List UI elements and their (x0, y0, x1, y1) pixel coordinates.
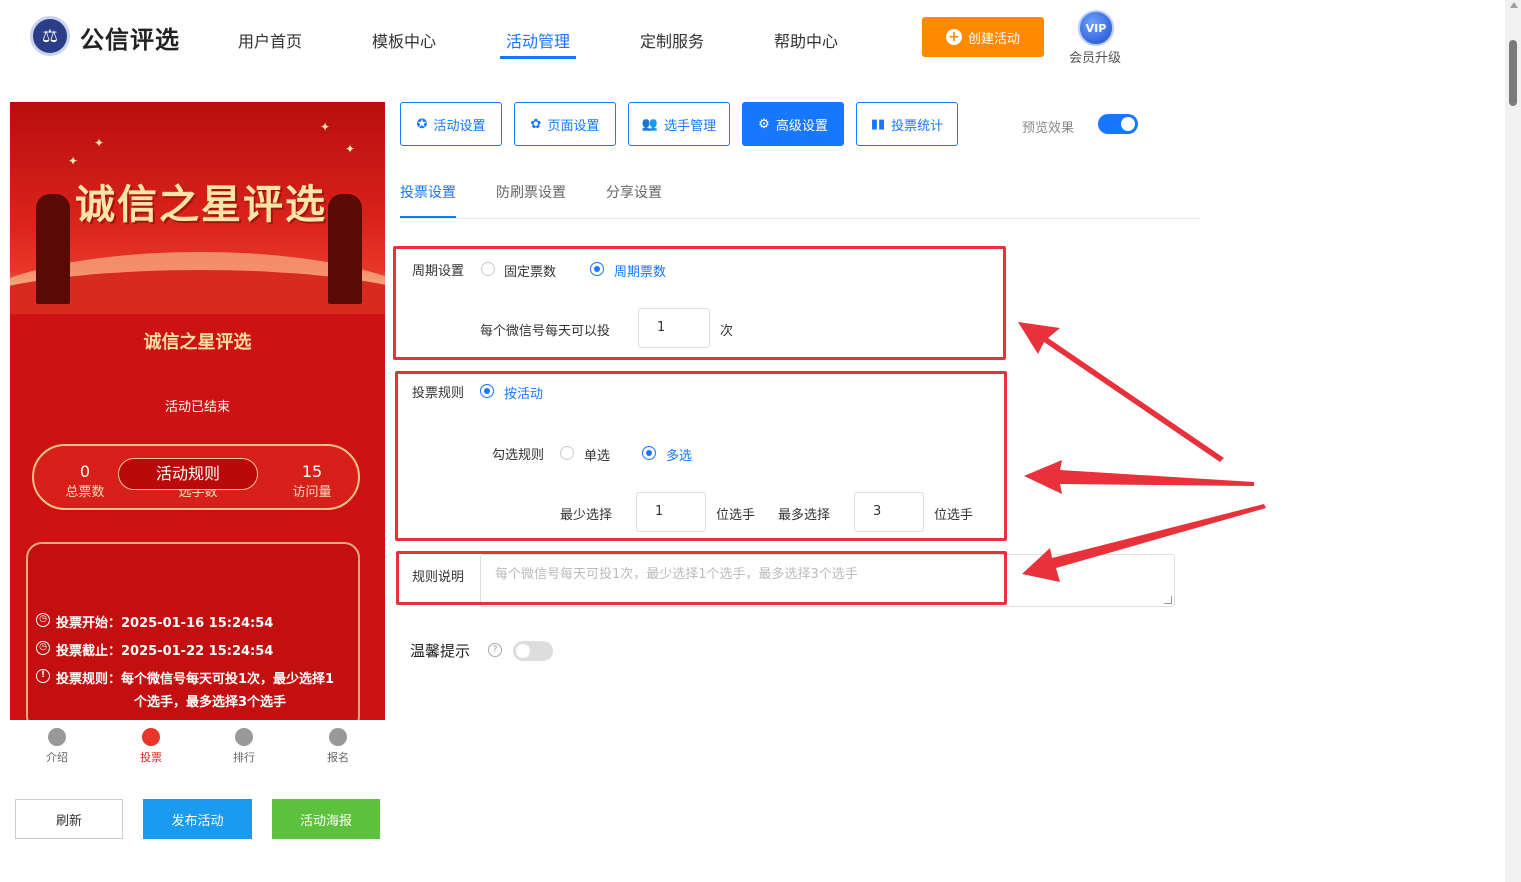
arrow-to-period (1018, 322, 1224, 462)
highlight-period-box (393, 246, 1006, 360)
activity-poster-button[interactable]: 活动海报 (272, 799, 380, 839)
preview-activity-title: 诚信之星评选 (143, 332, 252, 353)
preview-toggle-label: 预览效果 (1022, 121, 1075, 136)
preview-tab-label: 投票 (140, 751, 162, 764)
annotation-arrows (1018, 322, 1266, 582)
star-icon: ✦ (320, 120, 331, 134)
star-icon: ✦ (94, 136, 105, 150)
nav-active-underline (500, 56, 576, 59)
star-icon: ✪ (416, 116, 428, 132)
logo-icon[interactable]: ⚖ (30, 16, 70, 56)
tab-label: 高级设置 (775, 118, 828, 134)
stat-value: 0 (79, 462, 91, 481)
top-header: ⚖ 公信评选 用户首页 模板中心 活动管理 定制服务 帮助中心 + 创建活动 V… (0, 0, 1505, 76)
help-icon[interactable]: ? (488, 643, 502, 657)
brand-name[interactable]: 公信评选 (80, 20, 180, 55)
star-icon: ✦ (345, 142, 356, 156)
intro-icon (48, 728, 66, 746)
warm-tip-toggle[interactable] (513, 641, 553, 661)
rule-start-text: 投票开始：2025-01-16 15:24:54 (56, 616, 274, 631)
highlight-rule-box (395, 371, 1007, 541)
preview-banner: ✦ ✦ ✦ ✦ 诚信之星评选 (10, 102, 385, 314)
banner-figure-right (328, 194, 362, 304)
tab-label: 活动设置 (433, 118, 486, 134)
preview-tab-bar: 介绍 投票 排行 报名 (10, 720, 385, 772)
stat-value: 15 (301, 462, 323, 481)
subtab-share-settings[interactable]: 分享设置 (606, 182, 662, 202)
create-activity-label: 创建活动 (967, 31, 1020, 47)
page-scrollbar[interactable] (1505, 0, 1521, 882)
create-activity-button[interactable]: + 创建活动 (922, 17, 1044, 57)
signup-icon (329, 728, 347, 746)
stat-label: 访问量 (292, 485, 332, 500)
rule-end: ◷ 投票截止：2025-01-22 15:24:54 (36, 640, 273, 659)
rule-description: ! 投票规则：每个微信号每天可投1次，最少选择1 (36, 668, 334, 687)
users-icon: 👥 (641, 116, 659, 132)
gear-icon: ✿ (530, 116, 542, 132)
publish-activity-button[interactable]: 发布活动 (143, 799, 252, 839)
subtab-active-underline (400, 216, 456, 218)
star-icon: ✦ (68, 154, 79, 168)
tab-label: 选手管理 (664, 118, 717, 134)
nav-custom-service[interactable]: 定制服务 (640, 28, 704, 52)
preview-tab-label: 排行 (233, 751, 255, 764)
rule-end-text: 投票截止：2025-01-22 15:24:54 (56, 644, 274, 659)
preview-tab-signup[interactable]: 报名 (308, 728, 368, 765)
banner-title: 诚信之星评选 (75, 181, 327, 228)
vip-upgrade-label[interactable]: 会员升级 (1069, 47, 1121, 66)
subtab-anti-fraud[interactable]: 防刷票设置 (496, 182, 566, 202)
tab-activity-settings[interactable]: ✪ 活动设置 (400, 102, 502, 146)
tab-label: 页面设置 (547, 118, 600, 134)
preview-toggle[interactable] (1098, 114, 1138, 134)
highlight-description-box (396, 551, 1007, 605)
preview-tab-label: 介绍 (46, 751, 68, 764)
rule-description-text: 投票规则：每个微信号每天可投1次，最少选择1 (56, 672, 335, 687)
rules-title: 活动规则 (118, 458, 258, 490)
preview-tab-intro[interactable]: 介绍 (27, 728, 87, 765)
subtab-vote-settings[interactable]: 投票设置 (400, 182, 456, 202)
plus-icon: + (945, 29, 962, 45)
rule-start: ◷ 投票开始：2025-01-16 15:24:54 (36, 612, 273, 631)
subtab-divider (400, 218, 1200, 219)
refresh-button[interactable]: 刷新 (15, 799, 123, 839)
preview-tab-vote[interactable]: 投票 (121, 728, 181, 765)
nav-home[interactable]: 用户首页 (238, 28, 302, 52)
arrow-to-description (1022, 504, 1266, 582)
arrow-to-rule (1024, 460, 1254, 494)
warm-tip-label: 温馨提示 (410, 642, 471, 660)
tab-contestant-management[interactable]: 👥 选手管理 (628, 102, 730, 146)
rule-description-text-cont: 个选手，最多选择3个选手 (134, 695, 287, 710)
tab-vote-statistics[interactable]: ▮▮ 投票统计 (856, 102, 958, 146)
alert-icon: ! (36, 669, 50, 683)
tab-page-settings[interactable]: ✿ 页面设置 (514, 102, 616, 146)
vote-icon (142, 728, 160, 746)
stat-visits: 15 访问量 (267, 462, 357, 500)
scroll-up-arrow-icon[interactable] (1510, 2, 1518, 8)
scroll-thumb[interactable] (1509, 40, 1517, 106)
clock-icon: ◷ (36, 641, 50, 655)
banner-figure-left (36, 194, 70, 304)
tab-label: 投票统计 (891, 118, 944, 134)
bar-chart-icon: ▮▮ (870, 116, 886, 132)
nav-templates[interactable]: 模板中心 (372, 28, 436, 52)
rule-description-cont: 个选手，最多选择3个选手 (134, 691, 286, 710)
settings-icon: ⚙ (758, 116, 770, 132)
clock-icon: ◷ (36, 613, 50, 627)
preview-tab-label: 报名 (327, 751, 349, 764)
nav-activity-management[interactable]: 活动管理 (506, 28, 570, 52)
preview-activity-status: 活动已结束 (164, 400, 230, 415)
ranking-icon (235, 728, 253, 746)
tab-advanced-settings[interactable]: ⚙ 高级设置 (742, 102, 844, 146)
vip-icon[interactable]: VIP (1078, 10, 1114, 46)
stat-label: 总票数 (65, 485, 105, 500)
nav-help[interactable]: 帮助中心 (774, 28, 838, 52)
preview-tab-ranking[interactable]: 排行 (214, 728, 274, 765)
stat-total-votes: 0 总票数 (40, 462, 130, 500)
